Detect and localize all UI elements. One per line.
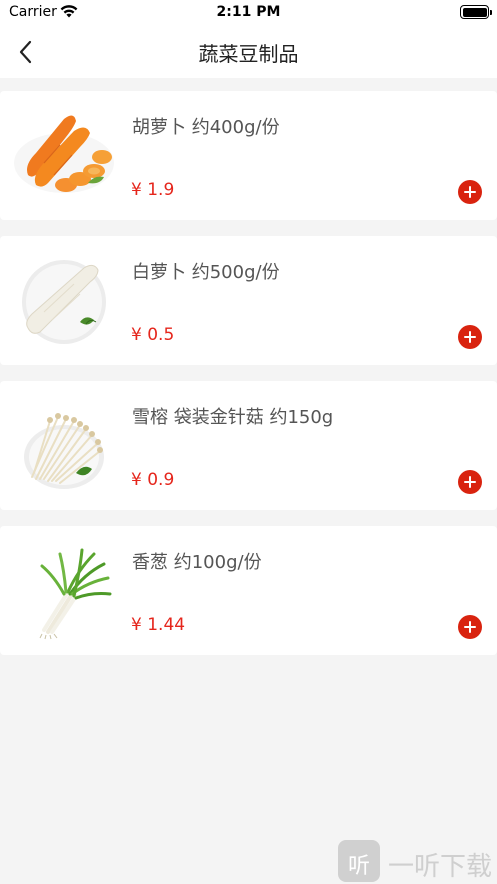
watermark-text: 一听下载 <box>388 852 493 882</box>
add-to-cart-button[interactable] <box>458 470 482 494</box>
product-name: 白萝卜 约500g/份 <box>132 262 280 283</box>
scallion-image <box>39 548 112 640</box>
battery-icon <box>460 5 489 19</box>
product-name: 香葱 约100g/份 <box>132 552 262 573</box>
product-card[interactable]: 香葱 约100g/份 ¥ 1.44 <box>0 526 497 655</box>
navigation-bar: 蔬菜豆制品 <box>0 26 497 78</box>
add-to-cart-button[interactable] <box>458 180 482 204</box>
product-card[interactable]: 雪榕 袋装金针菇 约150g ¥ 0.9 <box>0 381 497 510</box>
carrot-image <box>14 115 114 193</box>
product-price: ¥ 0.9 <box>131 470 175 490</box>
product-price: ¥ 1.44 <box>131 615 186 635</box>
watermark-badge-text: 听 <box>347 854 370 879</box>
white-radish-image <box>22 260 106 344</box>
page-title: 蔬菜豆制品 <box>198 42 299 66</box>
add-to-cart-button[interactable] <box>458 615 482 639</box>
battery-tip <box>490 10 492 15</box>
watermark-logo: 听 <box>338 840 380 882</box>
clock: 2:11 PM <box>216 4 281 20</box>
product-price: ¥ 1.9 <box>131 180 175 200</box>
product-card[interactable]: 白萝卜 约500g/份 ¥ 0.5 <box>0 236 497 365</box>
product-name: 胡萝卜 约400g/份 <box>132 117 280 138</box>
product-card[interactable]: 胡萝卜 约400g/份 ¥ 1.9 <box>0 91 497 220</box>
add-to-cart-button[interactable] <box>458 325 482 349</box>
product-name: 雪榕 袋装金针菇 约150g <box>132 407 334 428</box>
product-price: ¥ 0.5 <box>131 325 175 345</box>
enoki-mushroom-image <box>24 413 104 489</box>
status-bar: Carrier 2:11 PM <box>0 0 497 26</box>
